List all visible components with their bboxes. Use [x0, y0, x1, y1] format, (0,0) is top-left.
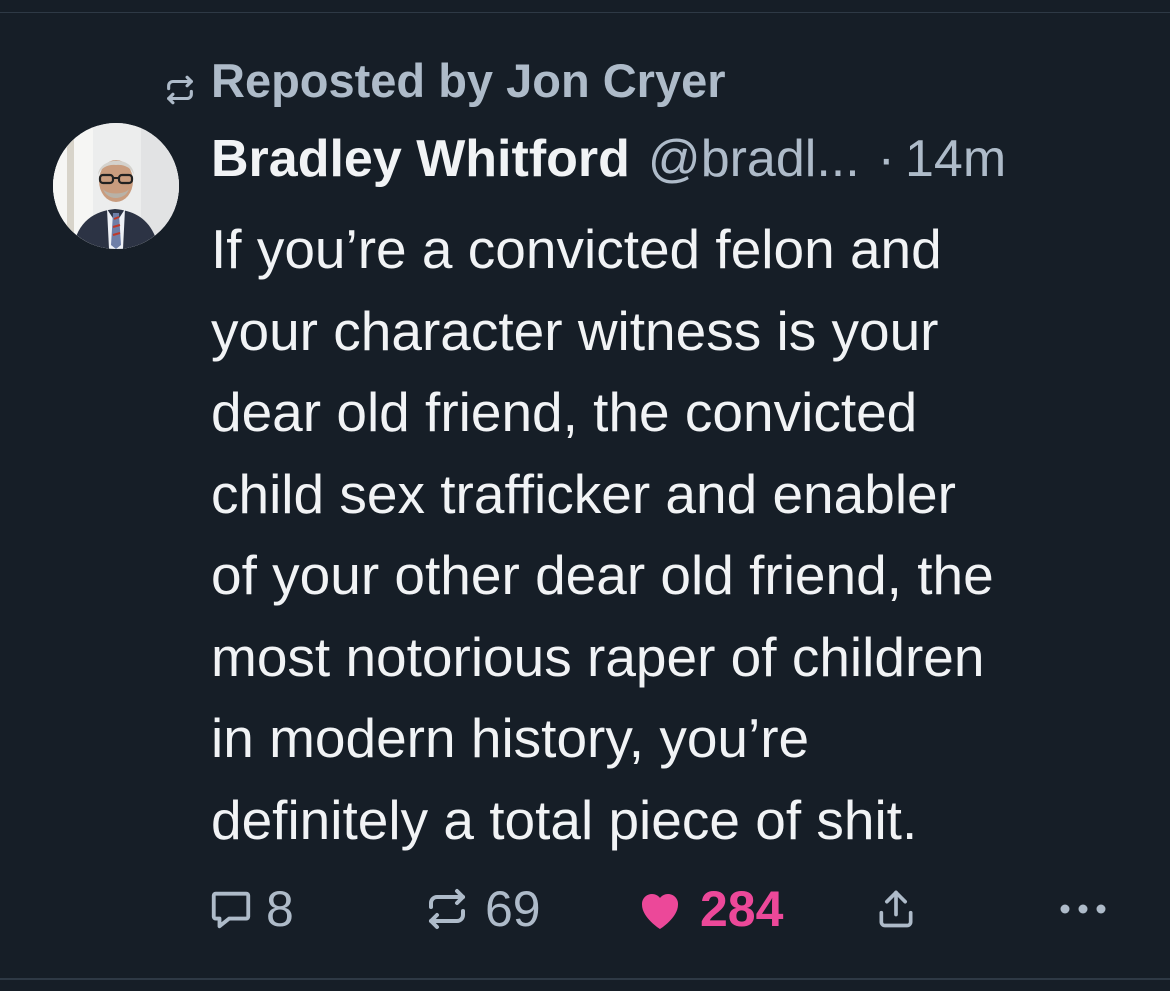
like-button[interactable]: 284	[636, 878, 783, 940]
repost-count: 69	[485, 881, 541, 937]
share-button[interactable]	[874, 878, 918, 940]
author-display-name[interactable]: Bradley Whitford	[211, 129, 630, 189]
repost-label: Reposted by Jon Cryer	[211, 53, 726, 107]
repost-icon	[423, 885, 471, 933]
post-text-line: child sex trafficker and enabler	[211, 462, 956, 525]
header-separator: ·	[877, 130, 895, 188]
post-text-line: in modern history, you’re	[211, 707, 810, 769]
bottom-divider	[0, 978, 1170, 980]
more-dots-icon	[1058, 902, 1108, 916]
repost-button[interactable]: 69	[423, 878, 541, 940]
more-options-button[interactable]	[1058, 878, 1108, 940]
post-text-line: most notorious raper of children	[211, 625, 985, 688]
share-icon	[874, 887, 918, 931]
top-divider	[0, 12, 1170, 13]
post-text-line: your character witness is your	[211, 299, 939, 362]
author-handle[interactable]: @bradl...	[648, 129, 860, 189]
heart-icon	[636, 886, 684, 932]
post-actions: 8 69 284	[0, 878, 1170, 940]
post-text: If you’re a convicted felon and your cha…	[211, 209, 1141, 861]
post-text-line: of your other dear old friend, the	[211, 544, 994, 606]
post-timestamp[interactable]: 14m	[905, 129, 1006, 189]
post-text-line: If you’re a convicted felon and	[211, 218, 942, 280]
post-text-line: dear old friend, the convicted	[211, 381, 918, 443]
repost-icon	[163, 63, 197, 105]
like-count: 284	[700, 881, 784, 937]
avatar[interactable]	[53, 123, 179, 249]
reply-bubble-icon	[208, 886, 254, 932]
post-text-line: definitely a total piece of shit.	[211, 788, 918, 851]
reply-button[interactable]: 8	[208, 878, 294, 940]
reply-count: 8	[266, 881, 294, 937]
post-header: Bradley Whitford @bradl... · 14m	[211, 126, 1006, 192]
repost-indicator[interactable]: Reposted by Jon Cryer	[163, 50, 726, 110]
